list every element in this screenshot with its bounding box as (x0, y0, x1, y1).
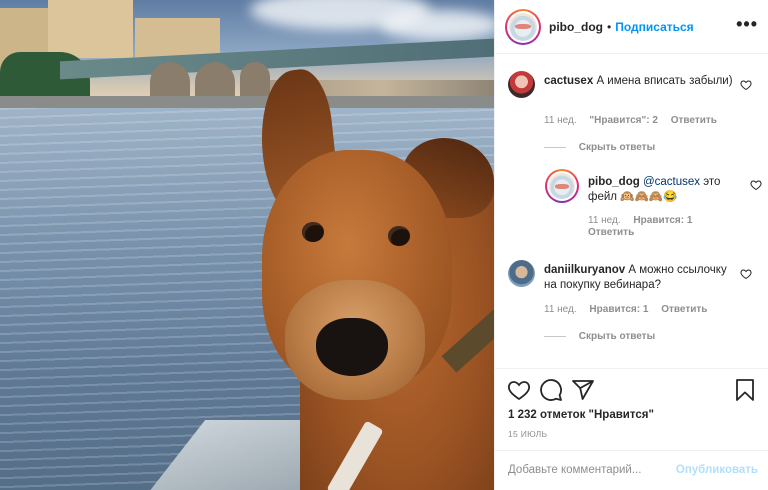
post-date: 15 ИЮЛЬ (508, 429, 548, 439)
more-options-icon[interactable]: ••• (736, 14, 758, 35)
post-header: pibo_dog • Подписаться ••• (495, 0, 768, 54)
hide-replies-label: Скрыть ответы (578, 331, 656, 342)
comment-username[interactable]: cactusex (544, 75, 593, 87)
cloud (380, 10, 494, 40)
comment-text: daniilkuryanov А можно ссылочку на покуп… (544, 263, 734, 293)
comment-username[interactable]: pibo_dog (588, 176, 640, 188)
commenter-avatar[interactable] (508, 71, 535, 98)
comment-input[interactable]: Добавьте комментарий... (508, 464, 641, 476)
hide-replies-button[interactable]: Скрыть ответы (544, 142, 764, 154)
instagram-post: pibo_dog • Подписаться ••• cactusex А им… (0, 0, 768, 490)
add-comment-bar: Добавьте комментарий... Опубликовать (495, 450, 768, 490)
author-avatar[interactable] (505, 8, 541, 45)
comment-text: pibo_dog @cactusex это фейл 🙉🙈🙈😂 (588, 175, 728, 205)
post-actions: 1 232 отметок "Нравится" 15 ИЮЛЬ Добавьт… (495, 368, 768, 490)
comment-text: cactusex А имена вписать забыли) (544, 74, 734, 89)
comment-body: А имена вписать забыли) (596, 75, 733, 87)
paper-plane-icon[interactable] (571, 378, 595, 402)
comments-list[interactable]: cactusex А имена вписать забыли) 11 нед.… (495, 55, 768, 368)
comment-time: 11 нед. (544, 304, 577, 315)
comment-heart-icon[interactable] (750, 179, 762, 191)
building (48, 0, 133, 58)
comment: cactusex А имена вписать забыли) 11 нед.… (508, 71, 758, 161)
comment-time: 11 нед. (588, 215, 621, 226)
post-side-panel: pibo_dog • Подписаться ••• cactusex А им… (494, 0, 768, 490)
separator-dot: • (607, 19, 612, 34)
follow-button[interactable]: Подписаться (615, 20, 693, 34)
comment-username[interactable]: daniilkuryanov (544, 264, 625, 276)
comment-time: 11 нед. (544, 115, 577, 126)
comment-meta: 11 нед. "Нравится": 2 Ответить (544, 115, 727, 126)
comment-heart-icon[interactable] (740, 268, 752, 280)
bridge-arch (195, 62, 235, 98)
comment-icon[interactable] (539, 378, 563, 402)
post-photo[interactable] (0, 0, 494, 490)
reply-button[interactable]: Ответить (661, 304, 707, 315)
bridge-arch (240, 62, 270, 98)
reply-avatar[interactable] (545, 169, 579, 203)
comment-likes[interactable]: Нравится: 1 (633, 215, 692, 226)
commenter-avatar[interactable] (508, 260, 535, 287)
comment-meta: 11 нед. Нравится: 1 Ответить (588, 215, 708, 239)
comment: daniilkuryanov А можно ссылочку на покуп… (508, 260, 758, 360)
likes-count[interactable]: 1 232 отметок "Нравится" (508, 409, 654, 421)
embankment (0, 96, 494, 108)
comment-meta: 11 нед. Нравится: 1 Ответить (544, 304, 717, 315)
heart-icon[interactable] (507, 378, 531, 402)
action-icons (507, 378, 757, 404)
reply-button[interactable]: Ответить (671, 115, 717, 126)
dog-eye (302, 222, 324, 242)
dog-nose (316, 318, 388, 376)
bridge-arch (150, 62, 190, 98)
comment-mention[interactable]: @cactusex (643, 176, 700, 188)
reply-button[interactable]: Ответить (588, 227, 698, 239)
comment-reply: pibo_dog @cactusex это фейл 🙉🙈🙈😂 11 нед.… (545, 169, 762, 244)
comment-likes[interactable]: "Нравится": 2 (589, 115, 658, 126)
hide-replies-button[interactable]: Скрыть ответы (544, 331, 764, 343)
author-username[interactable]: pibo_dog (549, 20, 603, 34)
hide-replies-label: Скрыть ответы (578, 142, 656, 153)
dog-eye (388, 226, 410, 246)
bookmark-icon[interactable] (733, 378, 757, 402)
publish-button[interactable]: Опубликовать (676, 464, 758, 476)
comment-likes[interactable]: Нравится: 1 (589, 304, 648, 315)
comment-heart-icon[interactable] (740, 79, 752, 91)
